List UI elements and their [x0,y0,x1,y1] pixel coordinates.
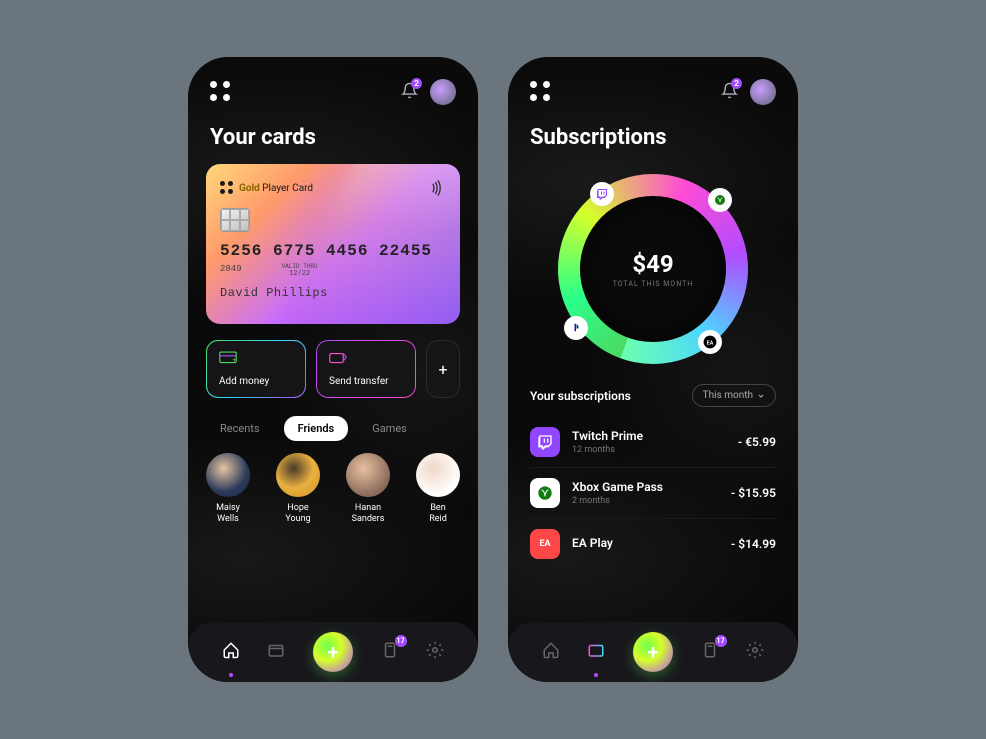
nav-badge: 17 [715,635,727,647]
nav-activity[interactable]: 17 [381,641,399,663]
donut-chart: $49 TOTAL THIS MONTH EA [508,164,798,384]
bottom-nav: + 17 [188,622,478,682]
friend-avatar [416,453,460,497]
svg-text:+: + [233,357,237,364]
period-dropdown[interactable]: This month [692,384,776,407]
card-number: 5256 6775 4456 22455 [220,242,446,260]
xbox-icon[interactable] [708,188,732,212]
ea-icon[interactable]: EA [698,330,722,354]
friend-item[interactable]: BenReid [416,453,460,525]
friend-item[interactable]: HananSanders [346,453,390,525]
more-actions-button[interactable]: + [426,340,460,398]
send-transfer-button[interactable]: Send transfer [316,340,416,398]
twitch-icon[interactable] [590,182,614,206]
avatar[interactable] [750,79,776,105]
ea-icon: EA [530,529,560,559]
nav-home[interactable] [222,641,240,663]
card-chip-icon [220,208,250,232]
nav-badge: 17 [395,635,407,647]
chevron-down-icon [757,392,765,400]
bottom-nav: + 17 [508,622,798,682]
tab-games[interactable]: Games [358,416,421,441]
svg-text:EA: EA [707,340,714,346]
total-amount: $49 [632,250,673,278]
subscription-item[interactable]: EA EA Play - $14.99 [530,519,776,559]
subscriptions-header: Your subscriptions This month [508,384,798,417]
subscriptions-screen: 2 Subscriptions $49 TOTAL THIS MONTH EA [508,57,798,682]
nav-wallet[interactable] [587,641,605,663]
contactless-icon [426,178,446,198]
friend-item[interactable]: MaisyWells [206,453,250,525]
nav-home[interactable] [542,641,560,663]
app-menu-icon[interactable] [530,81,552,103]
friend-avatar [276,453,320,497]
notification-badge: 2 [411,78,422,89]
subscription-item[interactable]: Xbox Game Pass2 months - $15.95 [530,468,776,519]
nav-activity[interactable]: 17 [701,641,719,663]
notification-badge: 2 [731,78,742,89]
card-holder: David Phillips [220,286,446,300]
nav-wallet[interactable] [267,641,285,663]
subscriptions-list-title: Your subscriptions [530,389,631,403]
playstation-icon[interactable] [564,316,588,340]
total-label: TOTAL THIS MONTH [613,280,694,288]
subscription-price: - $15.95 [731,486,776,500]
cards-screen: 2 Your cards Gold Player Card 5256 6775 … [188,57,478,682]
friends-list: MaisyWells HopeYoung HananSanders BenRei… [188,453,478,525]
notifications-button[interactable]: 2 [401,82,418,103]
nav-settings[interactable] [426,641,444,663]
notifications-button[interactable]: 2 [721,82,738,103]
tabs: Recents Friends Games [188,408,478,453]
subscriptions-list: Twitch Prime12 months - €5.99 Xbox Game … [508,417,798,559]
page-title: Subscriptions [508,117,798,164]
card-small-num: 2849 [220,264,242,278]
friend-avatar [206,453,250,497]
add-money-icon: + [219,351,237,365]
xbox-icon [530,478,560,508]
nav-settings[interactable] [746,641,764,663]
twitch-icon [530,427,560,457]
topbar-right: 2 [721,79,776,105]
topbar-right: 2 [401,79,456,105]
payment-card[interactable]: Gold Player Card 5256 6775 4456 22455 28… [206,164,460,324]
card-brand: Gold Player Card [220,181,313,195]
topbar: 2 [188,57,478,117]
nav-add-button[interactable]: + [313,632,353,672]
nav-add-button[interactable]: + [633,632,673,672]
subscription-item[interactable]: Twitch Prime12 months - €5.99 [530,417,776,468]
friend-item[interactable]: HopeYoung [276,453,320,525]
subscription-price: - €5.99 [738,435,776,449]
card-expiry: 12/22 [289,270,310,278]
page-title: Your cards [188,117,478,164]
tab-recents[interactable]: Recents [206,416,274,441]
tab-friends[interactable]: Friends [284,416,349,441]
actions-row: + Add money Send transfer + [188,324,478,408]
friend-avatar [346,453,390,497]
send-transfer-icon [329,351,347,365]
add-money-button[interactable]: + Add money [206,340,306,398]
subscription-price: - $14.99 [731,537,776,551]
avatar[interactable] [430,79,456,105]
app-menu-icon[interactable] [210,81,232,103]
topbar: 2 [508,57,798,117]
